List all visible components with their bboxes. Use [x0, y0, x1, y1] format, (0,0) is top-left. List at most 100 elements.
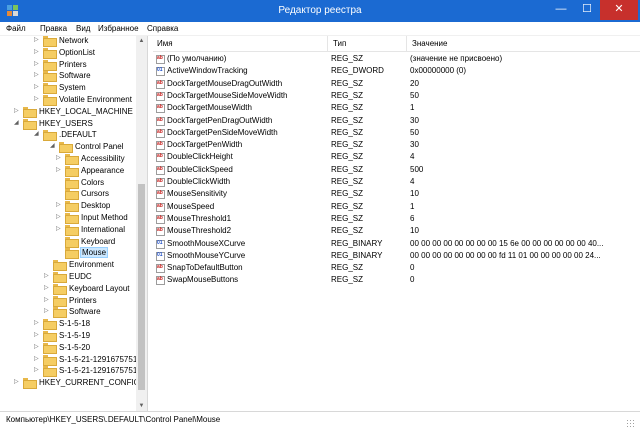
value-data: 10 [410, 226, 419, 236]
tree-item-label: Desktop [81, 201, 111, 211]
value-name: MouseThreshold2 [167, 226, 232, 236]
value-data: 50 [410, 127, 419, 137]
folder-icon [43, 47, 57, 59]
value-name: MouseThreshold1 [167, 213, 232, 223]
title-bar[interactable]: Редактор реестра — ☐ ✕ [0, 0, 640, 22]
value-row[interactable]: DockTargetMouseWidth REG_SZ 1 [153, 102, 640, 115]
value-row[interactable]: MouseSpeed REG_SZ 1 [153, 201, 640, 214]
value-data: 1 [410, 201, 415, 211]
expander-icon[interactable]: ▷ [14, 107, 22, 114]
expander-icon[interactable]: ▷ [56, 225, 64, 232]
expander-icon[interactable]: ▷ [44, 284, 52, 291]
value-row[interactable]: DoubleClickSpeed REG_SZ 500 [153, 164, 640, 177]
binary-value-icon [156, 67, 165, 77]
registry-editor-window: Редактор реестра — ☐ ✕ Файл Правка Вид И… [0, 0, 640, 431]
menu-file[interactable]: Файл [6, 24, 26, 33]
value-row[interactable]: SwapMouseButtons REG_SZ 0 [153, 274, 640, 287]
value-name: DockTargetPenWidth [167, 140, 243, 150]
expander-icon[interactable]: ◢ [14, 119, 22, 126]
value-name: SmoothMouseYCurve [167, 250, 246, 260]
column-divider[interactable] [406, 36, 407, 52]
expander-icon[interactable]: ▷ [44, 307, 52, 314]
string-value-icon [156, 178, 165, 187]
expander-icon[interactable]: ▷ [34, 355, 42, 362]
expander-icon[interactable]: ▷ [34, 366, 42, 373]
expander-icon[interactable]: ▷ [56, 201, 64, 208]
expander-icon[interactable]: ▷ [44, 296, 52, 303]
expander-icon[interactable]: ◢ [50, 142, 58, 149]
minimize-button[interactable]: — [548, 0, 574, 20]
value-row[interactable]: ActiveWindowTracking REG_DWORD 0x00000000 … [153, 65, 640, 78]
expander-icon[interactable]: ▷ [56, 154, 64, 161]
folder-icon [53, 307, 67, 319]
expander-icon[interactable]: ▷ [56, 166, 64, 173]
value-row[interactable]: SmoothMouseYCurve REG_BINARY 00 00 00 00 0… [153, 250, 640, 263]
menu-favorites[interactable]: Избранное [98, 24, 139, 33]
expander-icon[interactable]: ▷ [34, 343, 42, 350]
folder-icon [43, 95, 57, 106]
maximize-button[interactable]: ☐ [574, 0, 600, 20]
value-row[interactable]: DockTargetMouseSideMoveWidth REG_SZ 50 [153, 90, 640, 103]
expander-icon[interactable]: ▷ [34, 331, 42, 338]
value-row[interactable]: DoubleClickWidth REG_SZ 4 [153, 176, 640, 189]
folder-icon [43, 366, 57, 378]
value-row[interactable]: DockTargetPenDragOutWidth REG_SZ 30 [153, 115, 640, 128]
close-button[interactable]: ✕ [600, 0, 638, 20]
expander-icon[interactable]: ▷ [44, 272, 52, 279]
string-value-icon [156, 153, 165, 163]
tree-item-label: Software [69, 307, 101, 317]
expander-icon[interactable]: ▷ [34, 36, 42, 43]
tree-scrollbar[interactable]: ▲ ▼ [136, 36, 147, 411]
folder-icon [43, 319, 57, 331]
column-header-name[interactable]: Имя [157, 39, 173, 48]
value-row[interactable]: DockTargetPenSideMoveWidth REG_SZ 50 [153, 127, 640, 140]
string-value-icon [156, 55, 165, 64]
folder-icon [65, 236, 79, 248]
tree-item-label: S-1-5-21-1291675751-1 [59, 366, 145, 376]
value-name: MouseSpeed [167, 201, 215, 211]
column-divider[interactable] [327, 36, 328, 52]
expander-icon[interactable]: ▷ [56, 213, 64, 220]
value-row[interactable]: SnapToDefaultButton REG_SZ 0 [153, 262, 640, 275]
folder-icon [23, 378, 37, 390]
tree-item-label: Cursors [81, 189, 110, 199]
value-row[interactable]: DoubleClickHeight REG_SZ 4 [153, 151, 640, 164]
expander-icon[interactable]: ▷ [34, 95, 42, 102]
expander-icon[interactable]: ▷ [34, 48, 42, 55]
value-data: 6 [410, 213, 415, 223]
expander-icon[interactable]: ◢ [34, 130, 42, 137]
expander-icon[interactable]: ▷ [14, 378, 22, 385]
expander-icon[interactable]: ▷ [34, 83, 42, 90]
value-data: 0x00000000 (0) [410, 66, 467, 76]
value-row[interactable]: DockTargetPenWidth REG_SZ 30 [153, 139, 640, 152]
column-header-value[interactable]: Значение [412, 39, 447, 48]
tree-item-label: HKEY_LOCAL_MACHINE [39, 106, 133, 116]
value-name: DoubleClickHeight [167, 152, 233, 162]
menu-view[interactable]: Вид [76, 24, 90, 33]
value-data: 0 [410, 263, 415, 273]
menu-help[interactable]: Справка [147, 24, 178, 33]
folder-icon [43, 83, 57, 95]
status-path: Компьютер\HKEY_USERS\.DEFAULT\Control Pa… [6, 415, 221, 424]
value-row[interactable]: SmoothMouseXCurve REG_BINARY 00 00 00 00 0… [153, 238, 640, 251]
value-row[interactable]: (По умолчанию) REG_SZ (значение не присвое… [153, 53, 640, 66]
binary-value-icon [156, 251, 165, 261]
folder-icon [23, 106, 37, 118]
value-row[interactable]: DockTargetMouseDragOutWidth REG_SZ 20 [153, 78, 640, 91]
client-area: ▷ Network ▷ OptionList ▷ Printers ▷ Software ▷ Sy… [0, 36, 640, 411]
value-row[interactable]: MouseThreshold1 REG_SZ 6 [153, 213, 640, 226]
scroll-thumb[interactable] [138, 184, 145, 390]
expander-icon[interactable]: ▷ [34, 319, 42, 326]
menu-edit[interactable]: Правка [40, 24, 67, 33]
tree-item-label: System [59, 83, 86, 93]
scroll-down-arrow[interactable]: ▼ [136, 401, 147, 411]
value-row[interactable]: MouseThreshold2 REG_SZ 10 [153, 225, 640, 238]
value-row[interactable]: MouseSensitivity REG_SZ 10 [153, 188, 640, 201]
value-type: REG_SZ [331, 54, 364, 63]
column-header-type[interactable]: Тип [333, 39, 346, 48]
scroll-up-arrow[interactable]: ▲ [136, 36, 147, 46]
expander-icon[interactable]: ▷ [34, 71, 42, 78]
resize-grip[interactable] [626, 419, 634, 427]
expander-icon[interactable]: ▷ [34, 60, 42, 67]
tree-item-label: Mouse [80, 247, 109, 259]
